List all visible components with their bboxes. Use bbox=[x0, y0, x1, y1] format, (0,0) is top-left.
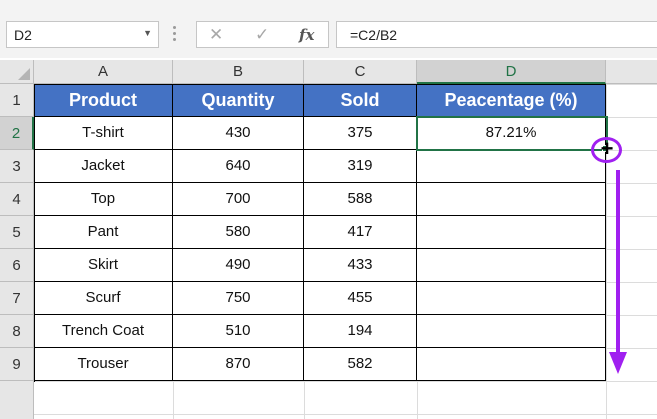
cell-percentage-row-5[interactable] bbox=[417, 216, 606, 249]
row-header-1[interactable]: 1 bbox=[0, 84, 34, 117]
formula-text: =C2/B2 bbox=[350, 27, 398, 43]
column-header-c[interactable]: C bbox=[304, 60, 417, 84]
cell-sold-row-6[interactable]: 433 bbox=[304, 249, 417, 282]
drag-arrow-line bbox=[616, 170, 620, 358]
enter-icon[interactable]: ✓ bbox=[255, 25, 269, 45]
name-box-value: D2 bbox=[14, 27, 32, 43]
cell-percentage-row-6[interactable] bbox=[417, 249, 606, 282]
cell-quantity-row-2[interactable]: 430 bbox=[173, 117, 304, 150]
cell-sold-row-7[interactable]: 455 bbox=[304, 282, 417, 315]
cell-sold-row-3[interactable]: 319 bbox=[304, 150, 417, 183]
column-header-d[interactable]: D bbox=[417, 60, 606, 84]
cell-sold-row-2[interactable]: 375 bbox=[304, 117, 417, 150]
formula-buttons: ✕ ✓ fx bbox=[196, 21, 329, 48]
header-cell-sold[interactable]: Sold bbox=[304, 84, 417, 117]
cell-product-row-8[interactable]: Trench Coat bbox=[34, 315, 173, 348]
row-header-7[interactable]: 7 bbox=[0, 282, 34, 315]
cell-quantity-row-3[interactable]: 640 bbox=[173, 150, 304, 183]
formula-input[interactable]: =C2/B2 bbox=[336, 21, 657, 48]
cell-percentage-row-3[interactable] bbox=[417, 150, 606, 183]
formula-bar: D2 ▼ ✕ ✓ fx =C2/B2 bbox=[0, 0, 657, 58]
column-header-b[interactable]: B bbox=[173, 60, 304, 84]
cell-percentage-row-9[interactable] bbox=[417, 348, 606, 381]
row-header-6[interactable]: 6 bbox=[0, 249, 34, 282]
cell-percentage-row-4[interactable] bbox=[417, 183, 606, 216]
header-cell-percentage[interactable]: Peacentage (%) bbox=[417, 84, 606, 117]
cell-product-row-5[interactable]: Pant bbox=[34, 216, 173, 249]
chevron-down-icon[interactable]: ▼ bbox=[143, 28, 152, 38]
select-all-button[interactable] bbox=[0, 60, 34, 84]
header-cell-product[interactable]: Product bbox=[34, 84, 173, 117]
cancel-icon[interactable]: ✕ bbox=[209, 25, 223, 45]
row-header-10[interactable] bbox=[0, 381, 34, 419]
cell-product-row-4[interactable]: Top bbox=[34, 183, 173, 216]
row-header-8[interactable]: 8 bbox=[0, 315, 34, 348]
cell-product-row-3[interactable]: Jacket bbox=[34, 150, 173, 183]
cell-quantity-row-9[interactable]: 870 bbox=[173, 348, 304, 381]
cell-quantity-row-6[interactable]: 490 bbox=[173, 249, 304, 282]
cell-percentage-row-8[interactable] bbox=[417, 315, 606, 348]
cell-percentage-row-7[interactable] bbox=[417, 282, 606, 315]
cell-product-row-6[interactable]: Skirt bbox=[34, 249, 173, 282]
cell-quantity-row-7[interactable]: 750 bbox=[173, 282, 304, 315]
column-header-a[interactable]: A bbox=[34, 60, 173, 84]
header-cell-quantity[interactable]: Quantity bbox=[173, 84, 304, 117]
cell-quantity-row-4[interactable]: 700 bbox=[173, 183, 304, 216]
cell-quantity-row-8[interactable]: 510 bbox=[173, 315, 304, 348]
cell-quantity-row-5[interactable]: 580 bbox=[173, 216, 304, 249]
row-header-3[interactable]: 3 bbox=[0, 150, 34, 183]
row-header-2[interactable]: 2 bbox=[0, 117, 34, 150]
row-header-9[interactable]: 9 bbox=[0, 348, 34, 381]
insert-function-icon[interactable]: fx bbox=[299, 26, 314, 44]
arrow-down-icon bbox=[609, 352, 627, 374]
cell-sold-row-9[interactable]: 582 bbox=[304, 348, 417, 381]
active-cell-border bbox=[416, 116, 608, 151]
cell-sold-row-8[interactable]: 194 bbox=[304, 315, 417, 348]
cell-sold-row-4[interactable]: 588 bbox=[304, 183, 417, 216]
cell-product-row-2[interactable]: T-shirt bbox=[34, 117, 173, 150]
cell-product-row-7[interactable]: Scurf bbox=[34, 282, 173, 315]
crosshair-cursor-icon: + bbox=[600, 136, 614, 161]
name-box[interactable]: D2 ▼ bbox=[6, 21, 159, 48]
row-header-4[interactable]: 4 bbox=[0, 183, 34, 216]
column-header-e[interactable] bbox=[606, 60, 657, 84]
cell-sold-row-5[interactable]: 417 bbox=[304, 216, 417, 249]
row-header-5[interactable]: 5 bbox=[0, 216, 34, 249]
drag-dots-icon[interactable] bbox=[173, 26, 177, 44]
cell-product-row-9[interactable]: Trouser bbox=[34, 348, 173, 381]
